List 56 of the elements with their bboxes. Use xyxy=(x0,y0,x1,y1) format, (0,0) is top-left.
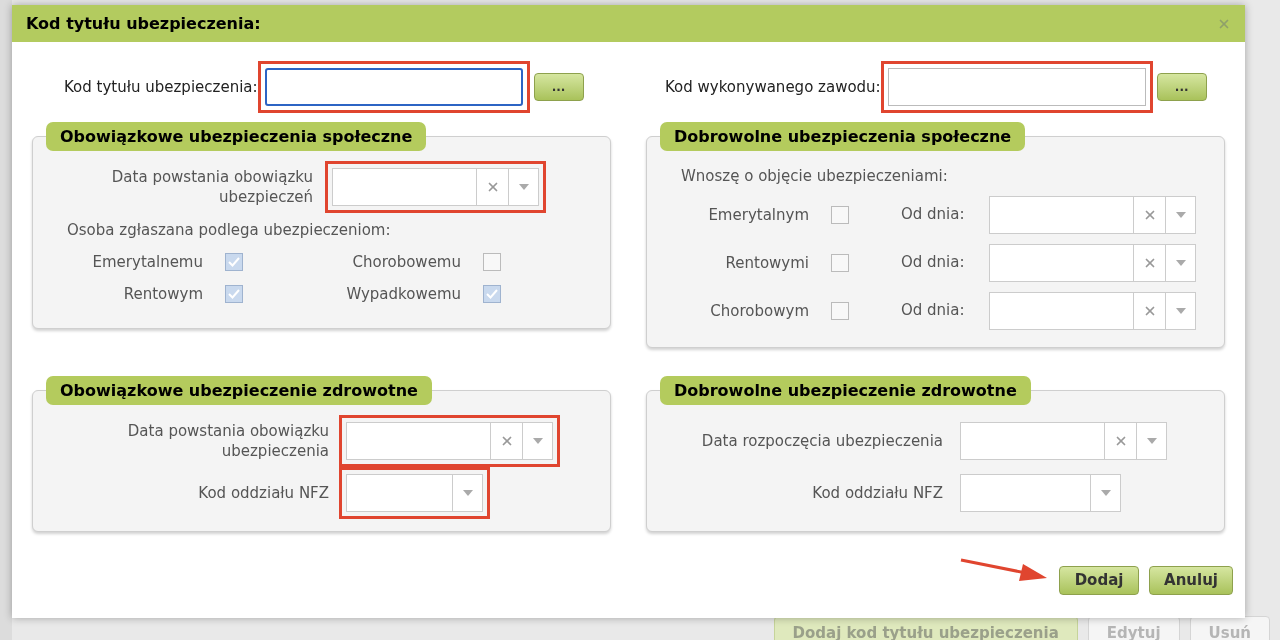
checkbox[interactable] xyxy=(483,284,501,303)
date-field[interactable] xyxy=(989,195,1196,234)
dialog-button[interactable]: Dodaj xyxy=(1059,565,1140,595)
caret-icon xyxy=(1100,490,1111,496)
date-field[interactable] xyxy=(960,474,1121,512)
checkbox[interactable] xyxy=(225,284,243,303)
code-field[interactable] xyxy=(887,68,1146,106)
checkbox-label: Chorobowym xyxy=(709,300,809,321)
field-label: Kod wykonywanego zawodu: xyxy=(665,76,881,98)
checkbox-label: Emerytalnemu xyxy=(91,251,203,272)
field-label: Kod oddziału NFZ xyxy=(197,483,329,503)
checkbox-label: Rentowymi xyxy=(724,252,809,273)
checkbox[interactable] xyxy=(831,205,849,224)
browse-button[interactable]: ... xyxy=(533,73,584,101)
caret-icon xyxy=(1175,259,1186,266)
caret-icon xyxy=(462,490,473,496)
checkbox[interactable] xyxy=(225,252,243,271)
check-icon xyxy=(228,288,240,299)
from-date-label: Od dnia: xyxy=(901,252,966,274)
dialog-button[interactable]: Anuluj xyxy=(1149,565,1233,595)
group-label: Osoba zgłaszana podlega ubezpieczeniom: xyxy=(67,220,392,241)
section-title: Obowiązkowe ubezpieczenia społeczne xyxy=(46,122,427,151)
checkbox[interactable] xyxy=(483,252,501,271)
field-label: Kod tytułu ubezpieczenia: xyxy=(64,76,258,98)
caret-icon xyxy=(1175,211,1186,218)
browse-button[interactable]: ... xyxy=(1156,73,1207,101)
from-date-label: Od dnia: xyxy=(901,204,966,226)
check-icon xyxy=(486,288,498,299)
checkbox-label: Wypadkowemu xyxy=(345,283,461,304)
date-field[interactable] xyxy=(332,168,539,206)
date-field[interactable] xyxy=(989,243,1196,282)
caret-icon xyxy=(1146,438,1157,444)
checkbox[interactable] xyxy=(831,301,849,320)
caret-icon xyxy=(532,438,543,444)
group-label: Wnoszę o objęcie ubezpieczeniami: xyxy=(681,166,949,187)
date-field[interactable] xyxy=(989,291,1196,330)
date-field[interactable] xyxy=(960,422,1167,460)
section-title: Dobrowolne ubezpieczenia społeczne xyxy=(660,122,1026,151)
section-title: Dobrowolne ubezpieczenie zdrowotne xyxy=(660,376,1031,405)
from-date-label: Od dnia: xyxy=(901,300,966,322)
caret-icon xyxy=(518,184,529,190)
date-field[interactable] xyxy=(346,474,483,512)
check-icon xyxy=(228,256,240,267)
section-title: Obowiązkowe ubezpieczenie zdrowotne xyxy=(46,376,432,405)
checkbox-label: Chorobowemu xyxy=(351,251,461,272)
field-label: Data powstania obowiązku ubezpieczeń xyxy=(110,167,313,207)
caret-icon xyxy=(1175,307,1186,314)
field-label: Kod oddziału NFZ xyxy=(811,483,943,503)
checkbox[interactable] xyxy=(831,253,849,272)
checkbox-label: Rentowym xyxy=(122,283,203,304)
code-field[interactable] xyxy=(264,68,523,106)
field-label: Data powstania obowiązku ubezpieczenia xyxy=(126,421,329,461)
date-field[interactable] xyxy=(346,422,553,460)
dialog-title: Kod tytułu ubezpieczenia: xyxy=(26,12,261,35)
field-label: Data rozpoczęcia ubezpieczenia xyxy=(700,431,943,451)
checkbox-label: Emerytalnym xyxy=(707,204,809,225)
